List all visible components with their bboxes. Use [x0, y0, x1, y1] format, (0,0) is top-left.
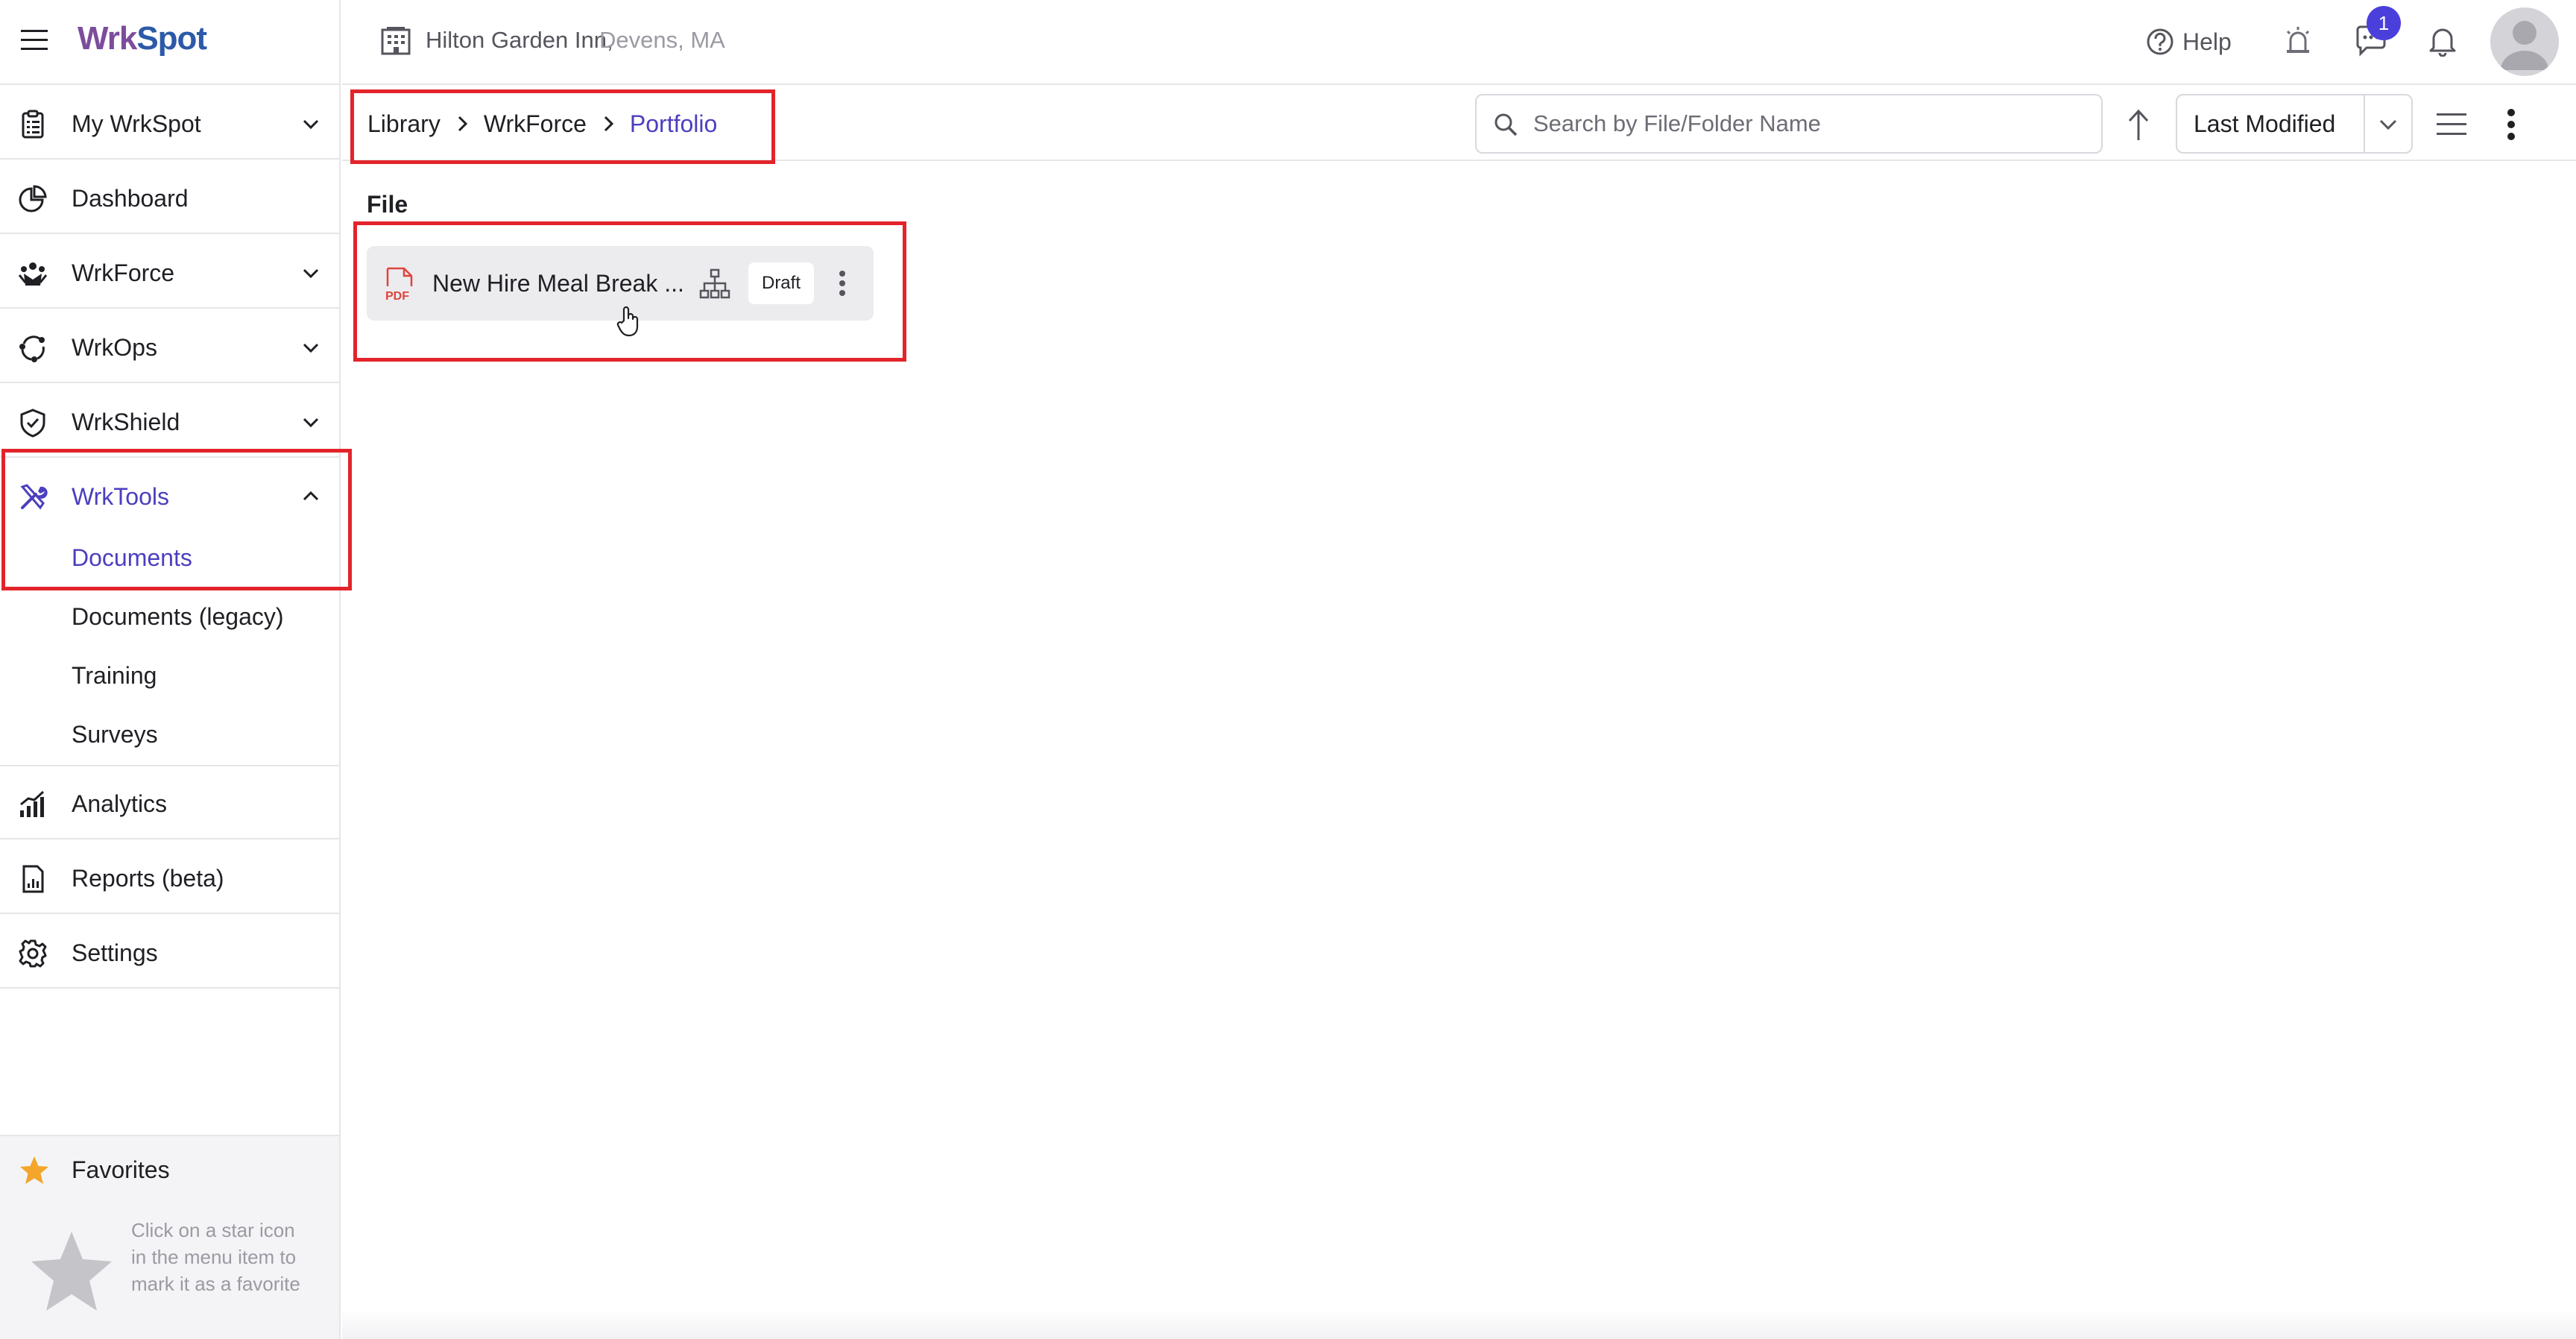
sidebar-item-label: WrkOps	[72, 334, 157, 361]
top-bar: Hilton Garden Inn, Devens, MA Help 1	[342, 0, 2576, 85]
list-view-icon[interactable]	[2435, 110, 2468, 139]
help-button[interactable]: Help	[2182, 27, 2232, 57]
sidebar-subitem-surveys[interactable]: Surveys	[72, 719, 158, 749]
chevron-down-icon	[300, 412, 321, 432]
hotel-name[interactable]: Hilton Garden Inn,	[426, 25, 613, 55]
breadcrumb-library[interactable]: Library	[367, 109, 441, 139]
sort-select[interactable]: Last Modified	[2176, 94, 2413, 154]
avatar[interactable]	[2490, 7, 2559, 76]
gear-icon	[18, 939, 48, 968]
svg-text:PDF: PDF	[385, 290, 409, 303]
hand-cursor-icon	[616, 306, 641, 337]
section-label-file: File	[367, 191, 408, 218]
favorites-label: Favorites	[72, 1156, 170, 1183]
tools-icon	[18, 482, 48, 512]
pie-chart-icon	[18, 184, 48, 214]
empty-star-icon	[27, 1229, 116, 1315]
sort-direction-arrow-up-icon[interactable]	[2125, 107, 2152, 142]
sidebar-item-label: Reports (beta)	[72, 865, 224, 892]
bar-chart-icon	[18, 790, 48, 819]
hotel-location[interactable]: Devens, MA	[599, 25, 725, 55]
breadcrumb: Library WrkForce Portfolio	[367, 109, 717, 139]
team-icon	[18, 259, 48, 289]
siren-icon[interactable]	[2283, 25, 2313, 55]
sidebar-item-wrktools[interactable]: WrkTools	[0, 459, 339, 532]
content-toolbar: Library WrkForce Portfolio Last Modified	[342, 86, 2576, 161]
breadcrumb-wrkforce[interactable]: WrkForce	[484, 109, 587, 139]
hamburger-menu-icon[interactable]	[19, 25, 52, 55]
sidebar-item-wrkops[interactable]: WrkOps	[0, 310, 339, 383]
logo-spot-text: Spot	[136, 20, 207, 57]
favorites-hint: Click on a star icon in the menu item to…	[131, 1219, 300, 1295]
sidebar-item-wrkshield[interactable]: WrkShield	[0, 385, 339, 458]
sidebar-subitem-documents-legacy[interactable]: Documents (legacy)	[72, 602, 284, 631]
sidebar: WrkSpot My WrkSpot Dashboard WrkForce Wr…	[0, 0, 341, 1339]
brand-bar: WrkSpot	[0, 0, 341, 85]
bottom-shadow	[342, 1309, 2576, 1339]
chevron-down-icon	[300, 337, 321, 358]
search-icon	[1493, 112, 1518, 137]
more-vertical-icon[interactable]	[838, 268, 847, 298]
sidebar-item-settings[interactable]: Settings	[0, 916, 339, 989]
favorites-empty-state: Click on a star icon in the menu item to…	[0, 1202, 339, 1339]
chevron-right-icon	[599, 114, 618, 133]
sidebar-item-wrkforce[interactable]: WrkForce	[0, 236, 339, 309]
pdf-file-icon: PDF	[383, 267, 416, 303]
status-badge: Draft	[748, 262, 814, 304]
help-icon[interactable]	[2146, 28, 2174, 56]
file-name: New Hire Meal Break ...	[432, 270, 684, 297]
sidebar-item-label: WrkForce	[72, 259, 175, 286]
chevron-down-icon	[300, 113, 321, 134]
sidebar-item-label: Analytics	[72, 790, 168, 817]
favorites-header[interactable]: Favorites	[0, 1135, 339, 1202]
sidebar-item-label: WrkShield	[72, 409, 180, 435]
chevron-right-icon	[452, 114, 472, 133]
shield-icon	[18, 408, 48, 438]
building-icon	[379, 24, 412, 57]
bell-icon[interactable]	[2428, 25, 2457, 57]
sidebar-item-label: Dashboard	[72, 185, 189, 212]
clipboard-icon	[18, 110, 48, 139]
sidebar-subitem-training[interactable]: Training	[72, 661, 157, 690]
sidebar-item-label: My WrkSpot	[72, 110, 201, 137]
sidebar-item-my-wrkspot[interactable]: My WrkSpot	[0, 86, 339, 160]
search-box[interactable]	[1475, 94, 2103, 154]
star-icon	[18, 1155, 51, 1186]
more-vertical-icon[interactable]	[2505, 107, 2517, 142]
chevron-down-icon	[300, 262, 321, 283]
logo-wrk-text: Wrk	[78, 20, 137, 57]
search-input[interactable]	[1533, 107, 2085, 140]
wrkspot-logo[interactable]: WrkSpot	[78, 18, 207, 60]
chevron-down-icon[interactable]	[2377, 113, 2399, 136]
report-icon	[18, 864, 48, 894]
breadcrumb-portfolio[interactable]: Portfolio	[630, 109, 717, 139]
sidebar-item-reports[interactable]: Reports (beta)	[0, 841, 339, 914]
sidebar-item-analytics[interactable]: Analytics	[0, 766, 339, 839]
sort-selected-value: Last Modified	[2194, 110, 2336, 137]
sidebar-subitem-documents[interactable]: Documents	[72, 543, 192, 573]
sidebar-item-label: WrkTools	[72, 483, 169, 510]
sidebar-item-label: Settings	[72, 939, 158, 966]
cycle-icon	[18, 333, 48, 363]
sidebar-item-dashboard[interactable]: Dashboard	[0, 161, 339, 234]
chat-unread-badge: 1	[2367, 6, 2401, 40]
sort-divider	[2364, 95, 2365, 152]
hierarchy-icon[interactable]	[699, 268, 730, 300]
app-root: WrkSpot My WrkSpot Dashboard WrkForce Wr…	[0, 0, 2576, 1339]
chevron-up-icon	[300, 486, 321, 507]
